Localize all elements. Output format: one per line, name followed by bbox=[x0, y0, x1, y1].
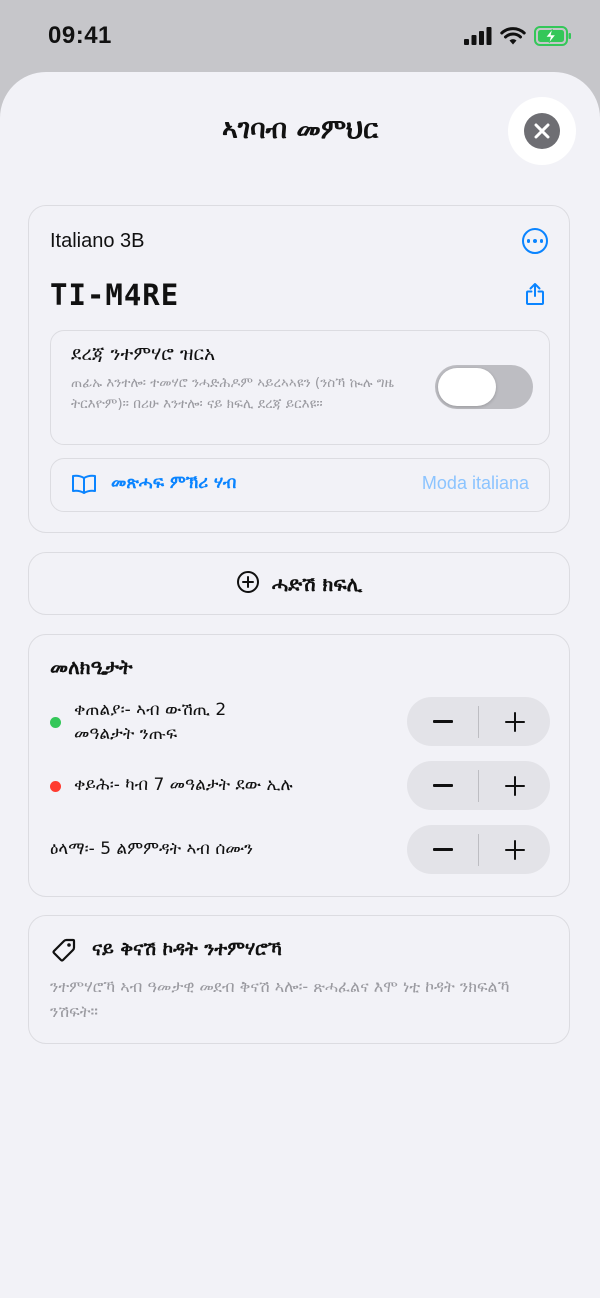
plus-icon bbox=[504, 839, 525, 860]
textbook-value: Moda italiana bbox=[421, 473, 529, 493]
level-visibility-toggle[interactable] bbox=[435, 365, 533, 409]
add-class-label: ሓድሽ ክፍሊ bbox=[271, 571, 363, 596]
close-button[interactable] bbox=[508, 97, 576, 165]
textbook-row[interactable]: መጽሓፍ ምኽሪ ሃብ Moda italiana bbox=[50, 458, 550, 512]
decrement-button[interactable] bbox=[407, 761, 478, 810]
plus-icon bbox=[504, 775, 525, 796]
discount-codes-title: ናይ ቅናሽ ኮዳት ንተምሃሮኻ bbox=[92, 938, 282, 960]
share-icon[interactable] bbox=[525, 282, 545, 310]
status-icons bbox=[464, 26, 572, 50]
criteria-item-red: ቀይሕ፡- ካብ 7 መዓልታት ደው ኢሉ bbox=[50, 761, 550, 811]
criteria-item-text: ዕላማ፡- 5 ልምምዳት ኣብ ሰሙን bbox=[50, 839, 254, 859]
criteria-item-goal: ዕላማ፡- 5 ልምምዳት ኣብ ሰሙን bbox=[50, 825, 550, 875]
green-stepper bbox=[407, 697, 550, 746]
decrement-button[interactable] bbox=[407, 825, 478, 874]
class-code: TI-M4RE bbox=[50, 278, 180, 312]
discount-codes-description: ንተምሃሮኻ ኣብ ዓመታዊ መደብ ቅናሽ ኣሎ፡- ጽሓፈልና እሞ ነቲ … bbox=[50, 977, 510, 1021]
textbook-label: መጽሓፍ ምኽሪ ሃብ bbox=[111, 473, 237, 493]
signal-icon bbox=[464, 27, 492, 49]
criteria-title: መለክዒታት bbox=[50, 655, 133, 679]
increment-button[interactable] bbox=[479, 825, 550, 874]
minus-icon bbox=[432, 720, 453, 723]
level-visibility-row: ደረጃ ንተምሃሮ ዝርአ ጠፊኡ እንተሎ፡ ተመሃሮ ንሓድሕዶም ኣይረኣ… bbox=[50, 330, 550, 445]
decrement-button[interactable] bbox=[407, 697, 478, 746]
level-visibility-description: ጠፊኡ እንተሎ፡ ተመሃሮ ንሓድሕዶም ኣይረኣኣዩን (ንስኻ ኲሉ ግዜ… bbox=[71, 375, 394, 412]
increment-button[interactable] bbox=[479, 697, 550, 746]
increment-button[interactable] bbox=[479, 761, 550, 810]
green-status-dot bbox=[50, 717, 61, 728]
status-time: 09:41 bbox=[48, 22, 112, 49]
plus-circle-icon bbox=[236, 570, 260, 598]
book-icon bbox=[71, 473, 97, 499]
level-visibility-title: ደረጃ ንተምሃሮ ዝርአ bbox=[71, 343, 216, 365]
status-bar: 09:41 bbox=[0, 0, 600, 76]
discount-codes-card[interactable]: ናይ ቅናሽ ኮዳት ንተምሃሮኻ ንተምሃሮኻ ኣብ ዓመታዊ መደብ ቅናሽ… bbox=[28, 915, 570, 1044]
criteria-card: መለክዒታት ቀጠልያ፡- ኣብ ውሽጢ 2 መዓልታት ንጡፍ ቀይሕ፡- ካ… bbox=[28, 634, 570, 897]
criteria-item-text: ቀይሕ፡- ካብ 7 መዓልታት ደው ኢሉ bbox=[74, 775, 293, 795]
close-icon bbox=[524, 113, 560, 149]
add-class-button[interactable]: ሓድሽ ክፍሊ bbox=[28, 552, 570, 615]
red-status-dot bbox=[50, 781, 61, 792]
criteria-item-green: ቀጠልያ፡- ኣብ ውሽጢ 2 መዓልታት ንጡፍ bbox=[50, 697, 550, 747]
minus-icon bbox=[432, 848, 453, 851]
battery-charging-icon bbox=[534, 26, 572, 50]
plus-icon bbox=[504, 711, 525, 732]
red-stepper bbox=[407, 761, 550, 810]
toggle-knob bbox=[438, 368, 496, 406]
class-card: Italiano 3B TI-M4RE ደረጃ ንተምሃሮ ዝርአ ጠፊኡ እን… bbox=[28, 205, 570, 533]
goal-stepper bbox=[407, 825, 550, 874]
tag-icon bbox=[50, 936, 78, 968]
criteria-item-text: ቀጠልያ፡- ኣብ ውሽጢ 2 መዓልታት ንጡፍ bbox=[74, 700, 227, 744]
more-icon[interactable] bbox=[522, 228, 548, 254]
class-name: Italiano 3B bbox=[50, 230, 145, 252]
minus-icon bbox=[432, 784, 453, 787]
wifi-icon bbox=[500, 26, 526, 50]
settings-sheet: ኣገባብ መምህር Italiano 3B TI-M4RE ደረጃ ንተምሃሮ … bbox=[0, 72, 600, 1298]
